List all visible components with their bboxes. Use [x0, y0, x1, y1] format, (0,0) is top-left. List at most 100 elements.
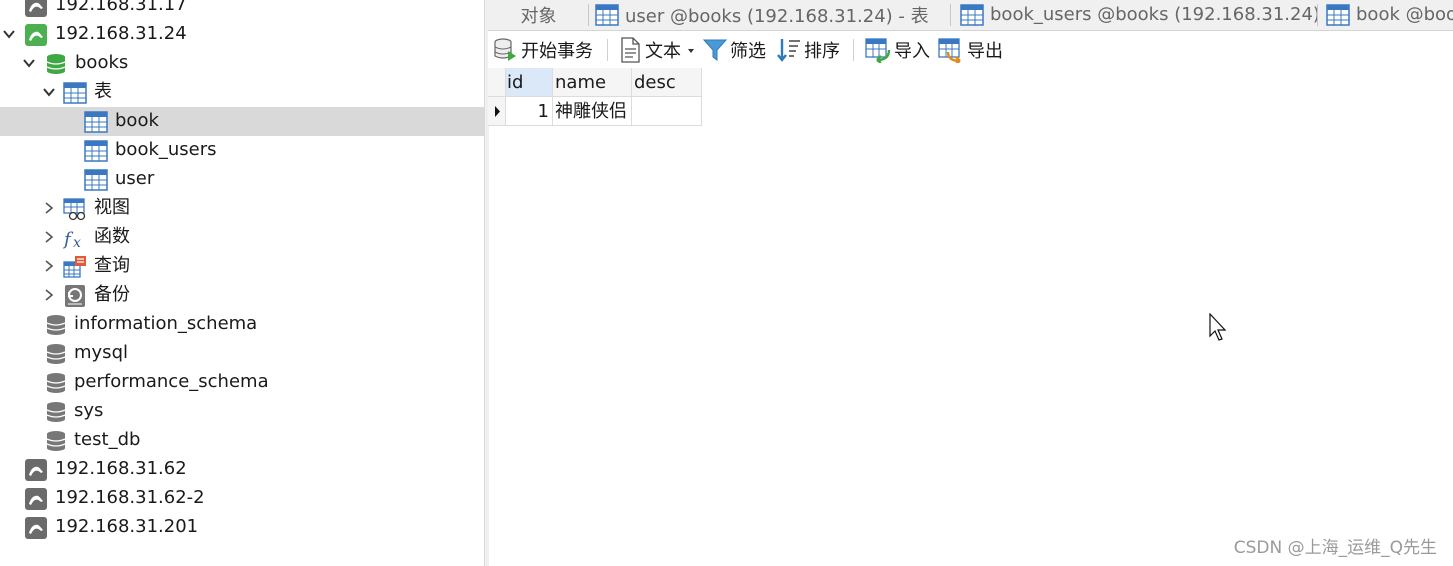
- views-group[interactable]: 视图: [0, 194, 484, 223]
- tab-objects[interactable]: 对象: [488, 0, 589, 29]
- functions-group[interactable]: f x 函数: [0, 223, 484, 252]
- table-icon: [960, 3, 984, 26]
- table-label: book: [115, 110, 159, 131]
- sort-button[interactable]: 排序: [776, 37, 840, 63]
- export-button[interactable]: 导出: [938, 37, 1003, 63]
- database-books[interactable]: books: [0, 49, 484, 78]
- chevron-right-icon[interactable]: [43, 289, 55, 301]
- backup-icon: [65, 285, 85, 307]
- mysql-connection-icon: [25, 459, 47, 481]
- table-item-user[interactable]: user: [0, 165, 484, 194]
- export-label: 导出: [967, 41, 1003, 62]
- current-row-arrow-icon: [495, 106, 500, 117]
- view-icon: [63, 198, 86, 221]
- filter-button[interactable]: 筛选: [702, 37, 766, 63]
- database-icon: [46, 431, 66, 451]
- function-icon: f x: [63, 229, 81, 250]
- tab-label: user @books (192.168.31.24) - 表: [625, 5, 929, 27]
- column-header-id[interactable]: id: [506, 68, 553, 97]
- database-information-schema[interactable]: information_schema: [0, 310, 484, 339]
- table-icon: [1326, 3, 1350, 26]
- export-icon: [938, 38, 961, 63]
- database-icon: [46, 54, 66, 74]
- tables-group-label: 表: [94, 81, 112, 102]
- transaction-icon: [494, 38, 516, 61]
- chevron-down-icon[interactable]: [43, 86, 55, 98]
- svg-text:x: x: [73, 235, 81, 250]
- table-icon: [84, 111, 108, 133]
- database-label: performance_schema: [74, 371, 269, 392]
- chevron-right-icon[interactable]: [43, 202, 55, 214]
- table-icon: [63, 82, 87, 104]
- database-icon: [46, 373, 66, 393]
- table-cell-name[interactable]: 神雕侠侣: [553, 97, 632, 126]
- tab-book-users-table[interactable]: book_users @books (192.168.31.24)...: [956, 0, 1318, 29]
- table-item-book-users[interactable]: book_users: [0, 136, 484, 165]
- mysql-connection-icon: [25, 24, 47, 46]
- database-mysql[interactable]: mysql: [0, 339, 484, 368]
- sort-icon: [777, 39, 800, 62]
- database-test-db[interactable]: test_db: [0, 426, 484, 455]
- connection-192-168-31-62-2[interactable]: 192.168.31.62-2: [0, 484, 484, 513]
- backups-group[interactable]: 备份: [0, 281, 484, 310]
- mouse-cursor-icon: [1209, 313, 1227, 341]
- database-icon: [46, 315, 66, 335]
- column-header-name[interactable]: name: [553, 68, 632, 97]
- mysql-connection-icon: [25, 0, 47, 17]
- database-label: books: [75, 52, 129, 73]
- database-label: information_schema: [74, 313, 258, 334]
- connection-192-168-31-201[interactable]: 192.168.31.201: [0, 513, 484, 542]
- table-icon: [84, 169, 108, 191]
- database-icon: [46, 344, 66, 364]
- connection-192-168-31-17[interactable]: 192.168.31.17: [0, 0, 484, 20]
- filter-label: 筛选: [730, 41, 766, 62]
- cell-value: 1: [537, 101, 549, 122]
- database-sys[interactable]: sys: [0, 397, 484, 426]
- row-header-corner: [488, 68, 506, 97]
- tab-book-table[interactable]: book @boo: [1322, 0, 1453, 29]
- column-header-label: id: [507, 72, 524, 93]
- functions-label: 函数: [94, 226, 130, 247]
- cell-value: 神雕侠侣: [555, 101, 627, 122]
- text-view-button[interactable]: 文本: [619, 37, 696, 63]
- column-header-label: name: [555, 72, 607, 93]
- tab-separator: [950, 4, 951, 26]
- toolbar-separator: [853, 39, 854, 61]
- mysql-connection-icon: [25, 517, 47, 539]
- connection-label: 192.168.31.62-2: [55, 487, 205, 508]
- chevron-down-icon[interactable]: [3, 28, 15, 40]
- column-header-label: desc: [634, 72, 676, 93]
- row-selector[interactable]: [488, 97, 506, 126]
- database-performance-schema[interactable]: performance_schema: [0, 368, 484, 397]
- begin-transaction-label: 开始事务: [521, 41, 593, 62]
- table-icon: [84, 140, 108, 162]
- table-item-book[interactable]: book: [0, 107, 484, 136]
- begin-transaction-button[interactable]: 开始事务: [492, 37, 593, 63]
- tab-user-table[interactable]: user @books (192.168.31.24) - 表: [591, 0, 951, 29]
- data-toolbar: 开始事务 文本 筛选 排序 导入 导出: [488, 31, 1453, 68]
- tab-separator: [588, 4, 589, 26]
- connection-label: 192.168.31.62: [55, 458, 187, 479]
- import-button[interactable]: 导入: [865, 37, 930, 63]
- chevron-down-icon[interactable]: [23, 57, 35, 69]
- database-label: sys: [74, 400, 104, 421]
- table-cell-desc[interactable]: [632, 97, 702, 126]
- database-label: test_db: [74, 429, 141, 450]
- tables-group[interactable]: 表: [0, 78, 484, 107]
- mysql-connection-icon: [25, 488, 47, 510]
- table-label: book_users: [115, 139, 217, 160]
- text-view-label: 文本: [645, 41, 681, 62]
- table-cell-id[interactable]: 1: [506, 97, 553, 126]
- database-label: mysql: [74, 342, 128, 363]
- connection-192-168-31-24[interactable]: 192.168.31.24: [0, 20, 484, 49]
- tab-bar: 对象 user @books (192.168.31.24) - 表 book_…: [488, 0, 1453, 31]
- column-header-desc[interactable]: desc: [632, 68, 702, 97]
- database-icon: [46, 402, 66, 422]
- tab-label: book @boo: [1356, 4, 1453, 25]
- table-icon: [595, 3, 619, 26]
- connection-192-168-31-62[interactable]: 192.168.31.62: [0, 455, 484, 484]
- query-icon: [63, 256, 86, 278]
- chevron-right-icon[interactable]: [43, 231, 55, 243]
- queries-group[interactable]: 查询: [0, 252, 484, 281]
- chevron-right-icon[interactable]: [43, 260, 55, 272]
